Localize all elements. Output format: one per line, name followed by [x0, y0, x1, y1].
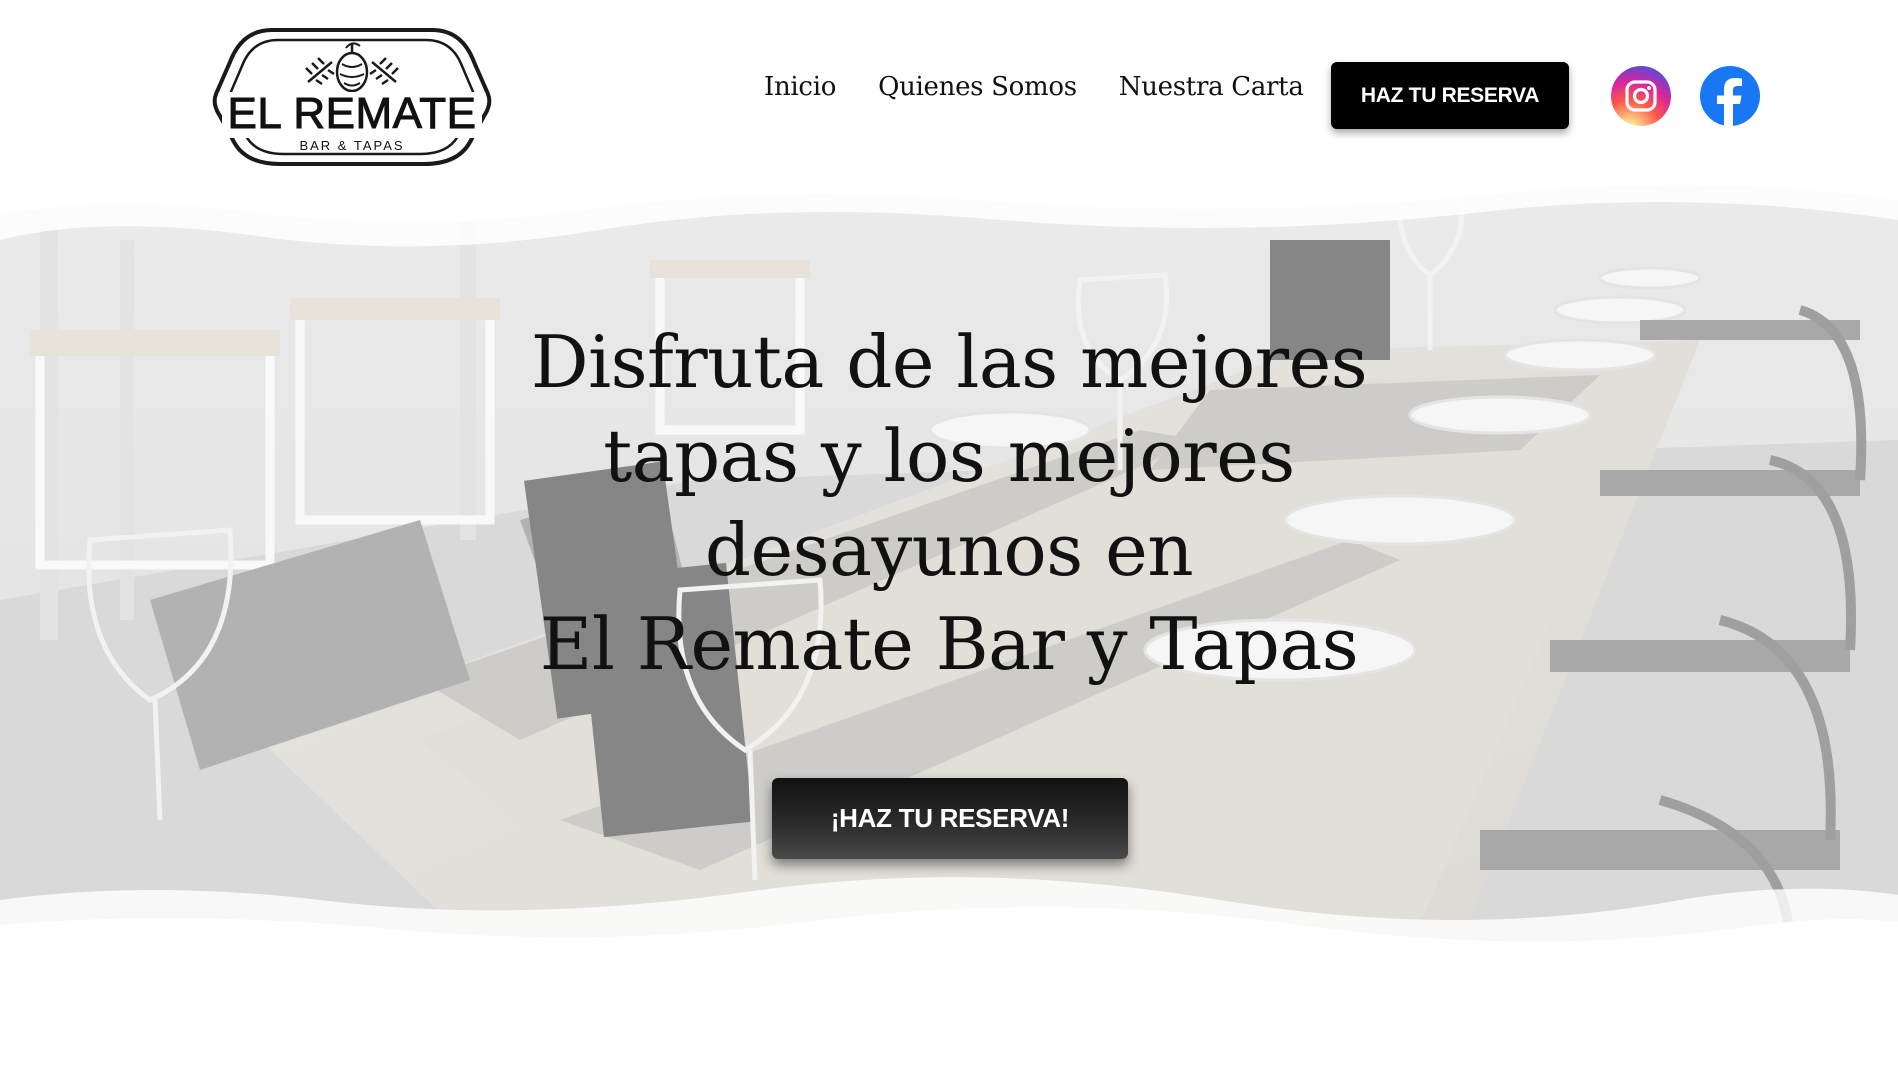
hero-title-line: Disfruta de las mejores	[530, 320, 1368, 404]
site-header: EL REMATE BAR & TAPAS Inicio Quienes Som…	[0, 0, 1898, 185]
logo-title: EL REMATE	[227, 89, 477, 139]
hero-title-line: desayunos en	[704, 508, 1194, 592]
hero-section: Disfruta de las mejores tapas y los mejo…	[0, 180, 1898, 970]
hero-title-line: El Remate Bar y Tapas	[539, 602, 1359, 686]
hero-title-line: tapas y los mejores	[603, 414, 1295, 498]
nav-item-quienes-somos[interactable]: Quienes Somos	[878, 72, 1077, 102]
header-reserve-button[interactable]: HAZ TU RESERVA	[1331, 62, 1569, 129]
hero-title: Disfruta de las mejores tapas y los mejo…	[0, 315, 1898, 691]
nav-item-inicio[interactable]: Inicio	[764, 72, 836, 102]
logo[interactable]: EL REMATE BAR & TAPAS	[212, 12, 492, 177]
instagram-glyph	[1625, 80, 1657, 112]
hero-reserve-button[interactable]: ¡HAZ TU RESERVA!	[772, 778, 1128, 859]
logo-tagline: BAR & TAPAS	[299, 138, 405, 153]
facebook-glyph	[1717, 78, 1742, 126]
facebook-icon[interactable]	[1700, 66, 1760, 126]
nav-item-nuestra-carta[interactable]: Nuestra Carta	[1119, 72, 1304, 102]
main-nav: Inicio Quienes Somos Nuestra Carta	[764, 72, 1346, 102]
instagram-icon[interactable]	[1611, 66, 1671, 126]
